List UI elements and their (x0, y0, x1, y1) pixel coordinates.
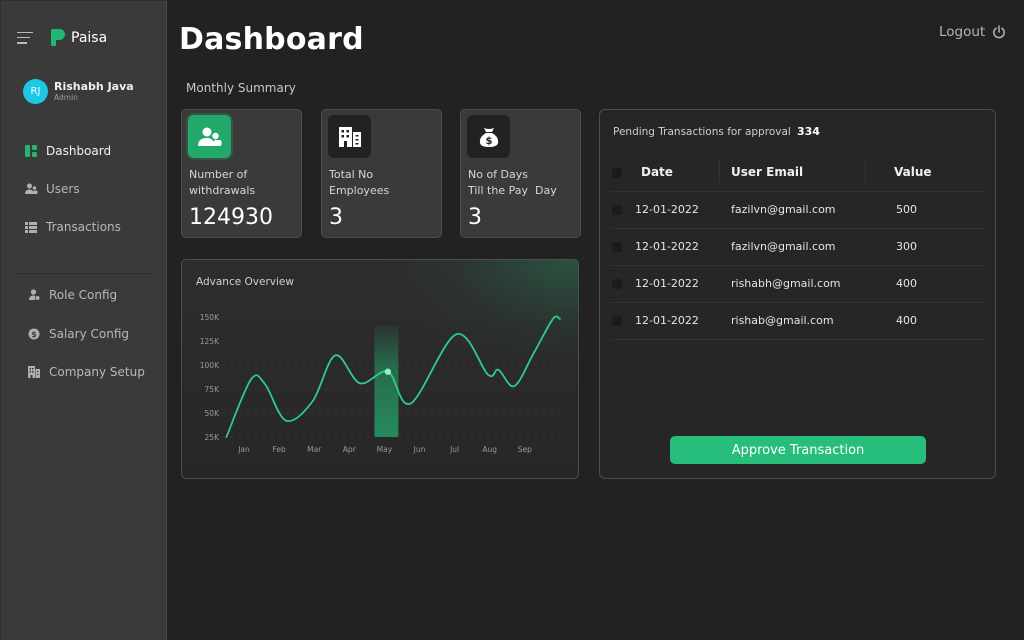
x-tick-label: Aug (482, 445, 497, 454)
table-row[interactable]: 12-01-2022 rishab@gmail.com 400 (610, 303, 984, 340)
stat-label: Number of withdrawals (189, 168, 256, 197)
table-row[interactable]: 12-01-2022 fazilvn@gmail.com 500 (610, 192, 984, 229)
menu-icon[interactable] (17, 31, 33, 44)
sidebar-item-users[interactable]: Users (24, 179, 168, 199)
stat-card-withdrawals: Number of withdrawals 124930 (181, 109, 302, 238)
approve-transaction-button[interactable]: Approve Transaction (670, 436, 926, 464)
svg-text:$: $ (485, 136, 492, 147)
advance-overview-chart: Advance Overview 25K 50K 75K 100K 125K 150K Ja… (181, 259, 579, 479)
stat-label: No of Days Till the Pay Day (468, 168, 557, 197)
x-tick-label: Jul (449, 445, 459, 454)
y-tick-label: 100K (200, 361, 220, 370)
cell-date: 12-01-2022 (635, 277, 699, 290)
cell-value: 500 (896, 203, 917, 216)
x-tick-label: Jan (237, 445, 250, 454)
brand-name: Paisa (71, 29, 108, 46)
row-checkbox[interactable] (612, 242, 622, 252)
cell-value: 300 (896, 240, 917, 253)
salary-icon: $ (27, 327, 41, 341)
users-icon (188, 115, 231, 158)
sidebar-item-transactions[interactable]: Transactions (24, 217, 168, 237)
user-profile[interactable]: RJ Rishabh Java Admin (23, 79, 134, 104)
sidebar: Paisa RJ Rishabh Java Admin Dashboard Us… (0, 0, 167, 640)
highlight-point (384, 368, 392, 375)
role-icon (27, 288, 41, 302)
column-header-date[interactable]: Date (641, 165, 673, 179)
x-tick-label: Jun (413, 445, 426, 454)
money-bag-icon: $ (467, 115, 510, 158)
stat-value: 3 (329, 205, 343, 230)
list-icon (24, 220, 38, 234)
x-tick-label: May (377, 445, 393, 454)
stat-value: 3 (468, 205, 482, 230)
x-tick-label: Apr (343, 445, 357, 454)
cell-date: 12-01-2022 (635, 314, 699, 327)
table-header: Date User Email Value (610, 155, 984, 192)
avatar: RJ (23, 79, 48, 104)
page-title: Dashboard (179, 22, 364, 57)
sidebar-item-dashboard[interactable]: Dashboard (24, 141, 168, 161)
cell-date: 12-01-2022 (635, 203, 699, 216)
section-title: Monthly Summary (186, 81, 296, 95)
cell-value: 400 (896, 314, 917, 327)
primary-nav: Dashboard Users Transactions (1, 141, 168, 255)
column-divider (719, 159, 720, 183)
pending-transactions-panel: Pending Transactions for approval 334 Da… (599, 109, 996, 479)
sidebar-item-label: Users (46, 182, 80, 196)
sidebar-item-label: Salary Config (49, 326, 130, 341)
building-icon (328, 115, 371, 158)
users-icon (24, 182, 38, 196)
table-row[interactable]: 12-01-2022 fazilvn@gmail.com 300 (610, 229, 984, 266)
column-header-email[interactable]: User Email (731, 165, 803, 179)
power-icon (993, 25, 1006, 39)
stat-card-employees: Total No Employees 3 (321, 109, 442, 238)
logout-button[interactable]: Logout (939, 24, 1006, 40)
y-tick-label: 75K (205, 385, 221, 394)
logo-icon (51, 29, 65, 46)
stat-card-payday: $ No of Days Till the Pay Day 3 (460, 109, 581, 238)
y-tick-label: 25K (205, 433, 221, 442)
sidebar-item-label: Dashboard (46, 144, 112, 158)
cell-value: 400 (896, 277, 917, 290)
transactions-table: Date User Email Value 12-01-2022 fazilvn… (610, 155, 984, 340)
row-checkbox[interactable] (612, 279, 622, 289)
cell-date: 12-01-2022 (635, 240, 699, 253)
y-tick-label: 150K (200, 313, 220, 322)
line-chart: 25K 50K 75K 100K 125K 150K Jan Feb Mar Apr May Jun J… (200, 313, 562, 454)
column-header-value[interactable]: Value (894, 165, 932, 179)
sidebar-item-role-config[interactable]: Role Config (27, 285, 168, 305)
dashboard-icon (24, 144, 38, 158)
cell-email: rishabh@gmail.com (731, 277, 841, 290)
pending-title: Pending Transactions for approval (613, 126, 791, 138)
config-nav: Role Config $ Salary Config Company Setu… (1, 285, 168, 401)
sidebar-item-label: Role Config (49, 288, 118, 302)
sidebar-item-salary-config[interactable]: $ Salary Config (27, 324, 168, 344)
stat-label: Total No Employees (329, 168, 390, 197)
cell-email: rishab@gmail.com (731, 314, 834, 327)
sidebar-item-label: Transactions (46, 220, 121, 234)
user-role: Admin (54, 93, 78, 102)
user-name: Rishabh Java (54, 80, 134, 93)
building-icon (27, 365, 41, 379)
table-row[interactable]: 12-01-2022 rishabh@gmail.com 400 (610, 266, 984, 303)
svg-text:$: $ (31, 330, 37, 339)
cell-email: fazilvn@gmail.com (731, 240, 836, 253)
sidebar-item-label: Company Setup (49, 365, 145, 379)
stat-value: 124930 (189, 205, 273, 230)
logout-label: Logout (939, 24, 986, 40)
y-tick-label: 125K (200, 337, 220, 346)
select-all-checkbox[interactable] (612, 168, 622, 178)
brand: Paisa (17, 29, 107, 46)
y-tick-label: 50K (205, 409, 221, 418)
cell-email: fazilvn@gmail.com (731, 203, 836, 216)
sidebar-divider (15, 273, 154, 274)
sidebar-item-company-setup[interactable]: Company Setup (27, 362, 168, 382)
x-tick-label: Sep (518, 445, 532, 454)
pending-count: 334 (797, 125, 820, 138)
column-divider (865, 159, 866, 183)
row-checkbox[interactable] (612, 316, 622, 326)
x-tick-label: Feb (272, 445, 286, 454)
row-checkbox[interactable] (612, 205, 622, 215)
x-tick-label: Mar (307, 445, 322, 454)
